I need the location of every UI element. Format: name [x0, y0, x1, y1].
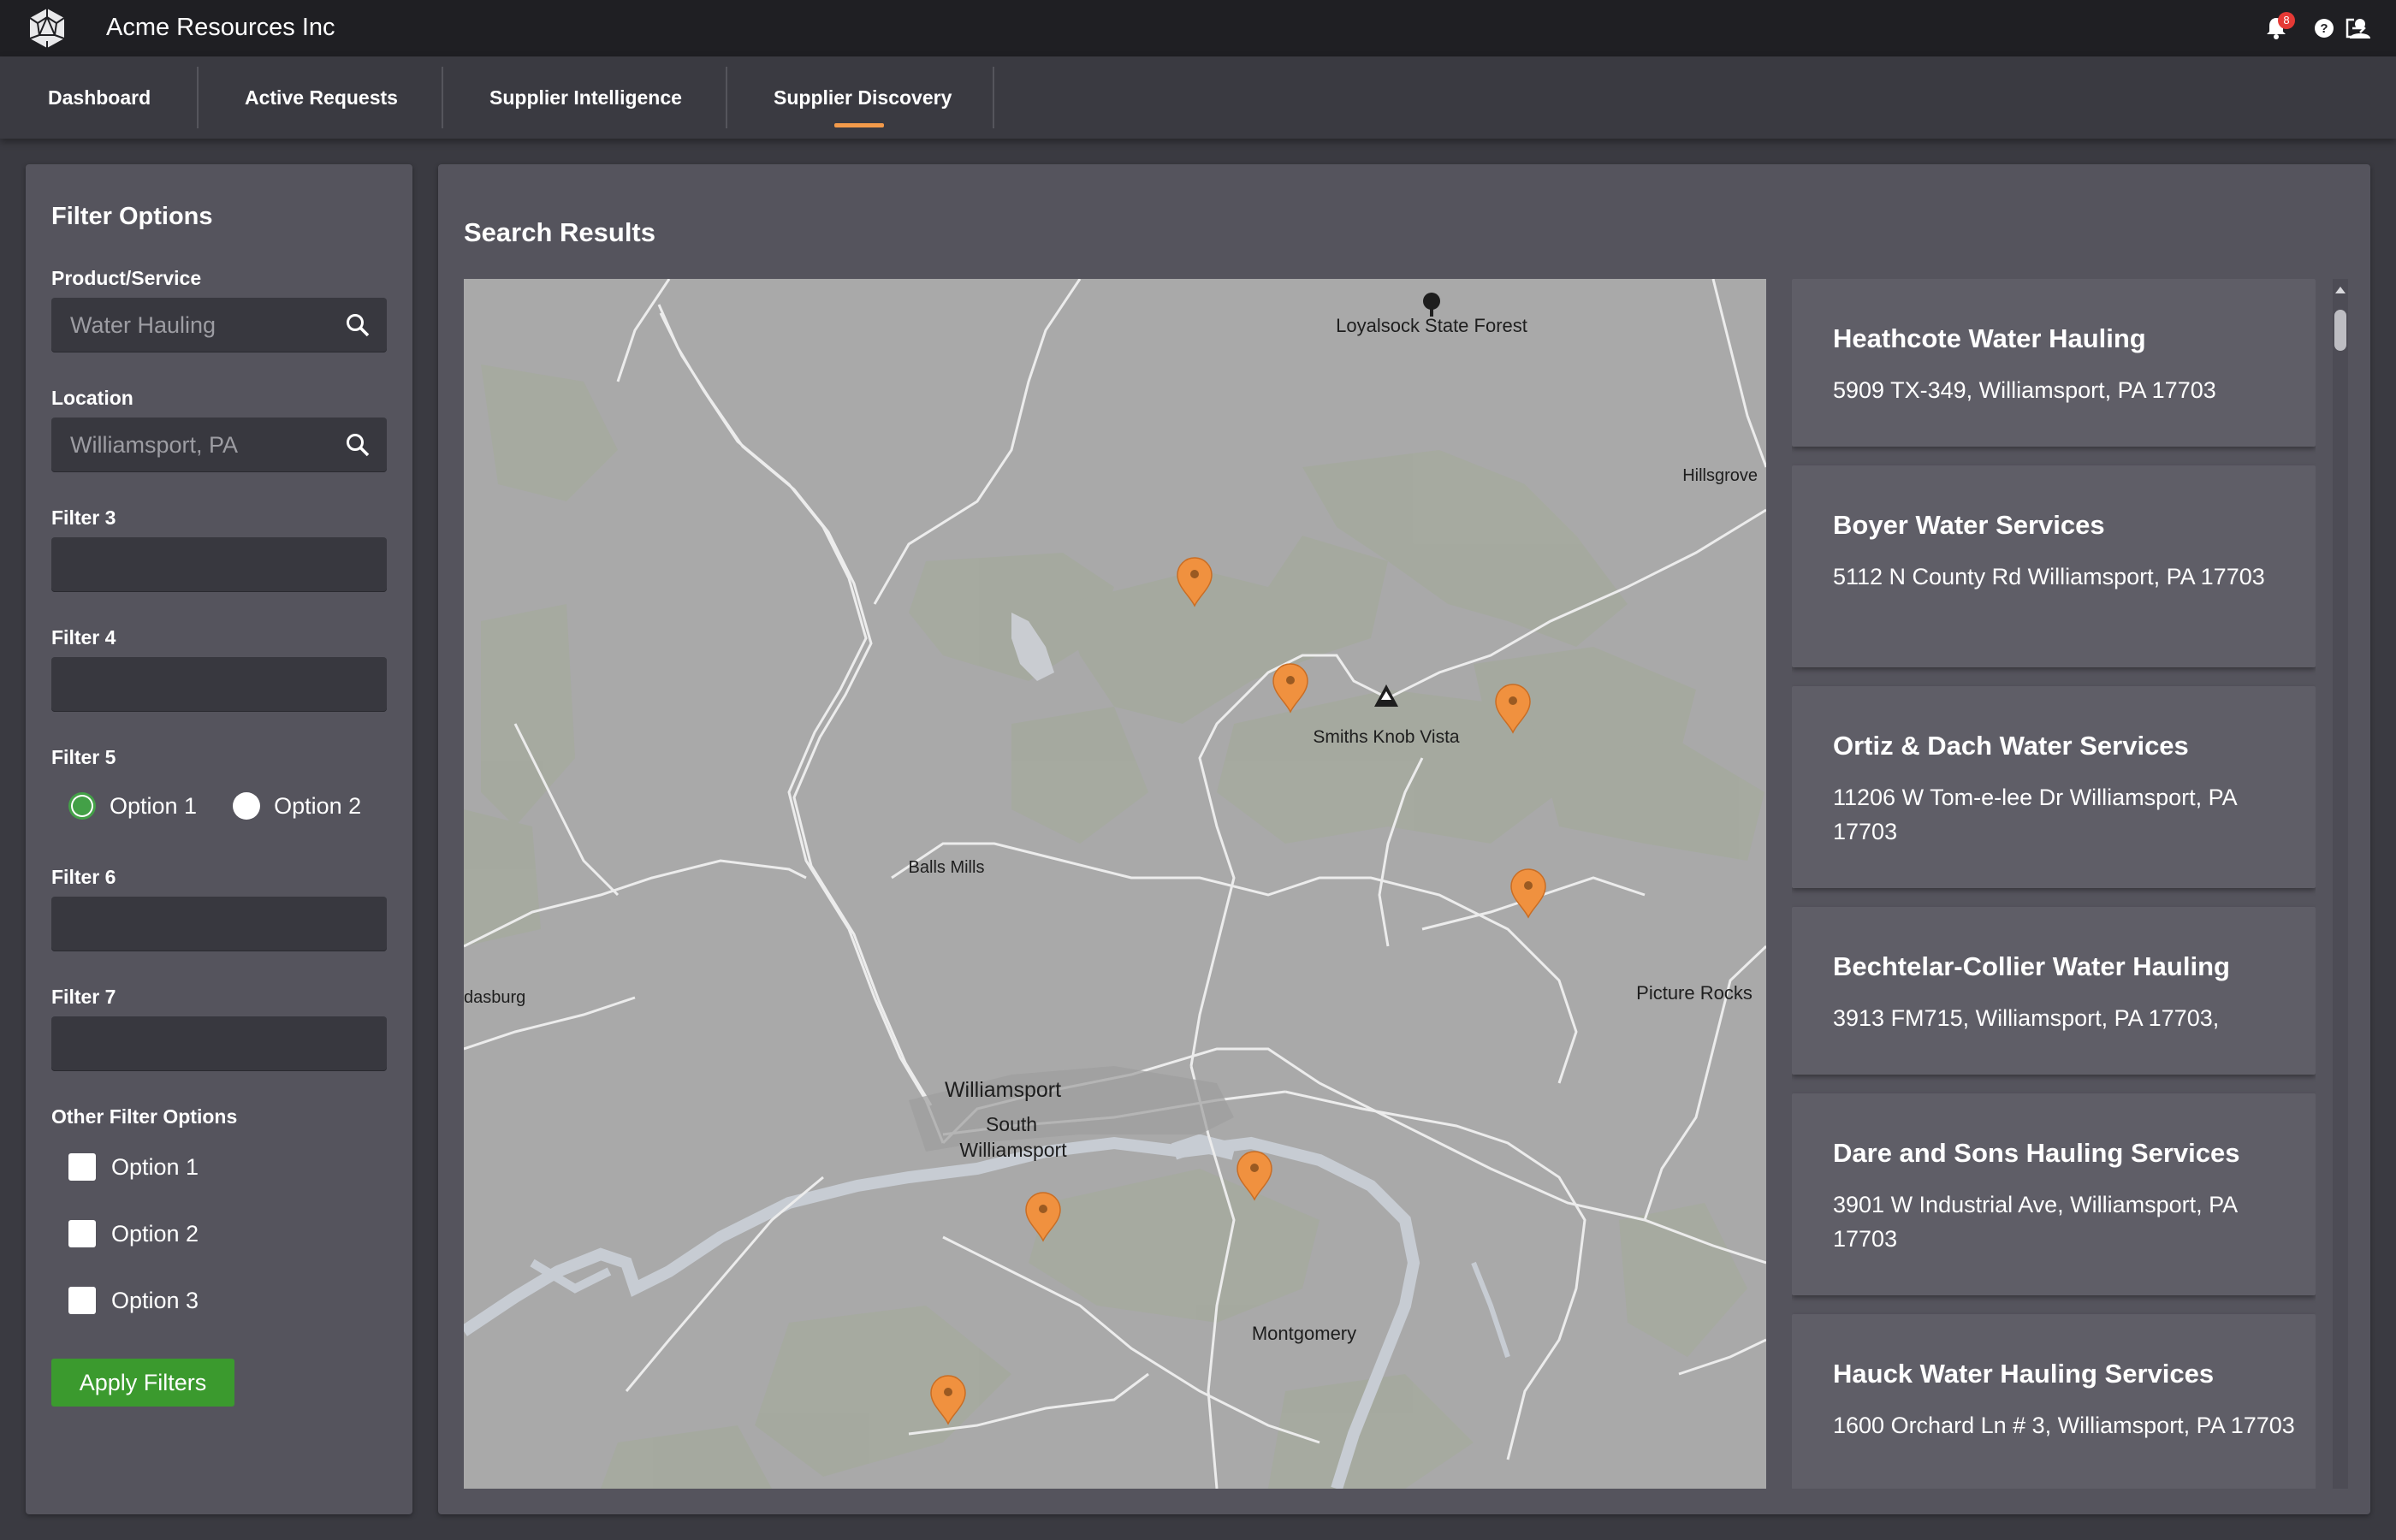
app-logo-icon[interactable]	[26, 7, 68, 50]
results-title: Search Results	[464, 217, 655, 247]
result-card[interactable]: Bechtelar-Collier Water Hauling 3913 FM7…	[1792, 907, 2316, 1075]
results-map[interactable]: Loyalsock State Forest Hillsgrove Smiths…	[464, 279, 1766, 1489]
label-dasburg: dasburg	[464, 988, 525, 1007]
logout-button[interactable]	[2346, 15, 2396, 42]
results-panel: Search Results Loyalsock State Forest Hi…	[438, 164, 2370, 1514]
top-app-bar: Acme Resources Inc 8 ?	[0, 0, 2396, 56]
tab-divider	[993, 67, 994, 128]
result-card[interactable]: Ortiz & Dach Water Services 11206 W Tom-…	[1792, 686, 2316, 888]
filter-3-input[interactable]	[51, 537, 387, 592]
filter-6-label: Filter 6	[51, 866, 116, 888]
result-name: Dare and Sons Hauling Services	[1833, 1138, 2240, 1168]
filter-6-input[interactable]	[51, 897, 387, 951]
label-hillsgrove: Hillsgrove	[1682, 466, 1758, 485]
filter-4-label: Filter 4	[51, 626, 116, 649]
search-icon[interactable]	[344, 311, 371, 339]
app-title: Acme Resources Inc	[106, 14, 335, 41]
label-smiths-knob: Smiths Knob Vista	[1313, 727, 1460, 747]
other-option-1: Option 1	[68, 1150, 199, 1184]
other-option-2-checkbox[interactable]	[68, 1220, 96, 1247]
main-nav-tabs: Dashboard Active Requests Supplier Intel…	[0, 56, 2396, 139]
radio-label: Option 2	[274, 792, 362, 819]
filter-3-label: Filter 3	[51, 506, 116, 529]
result-name: Ortiz & Dach Water Services	[1833, 731, 2189, 761]
apply-filters-button[interactable]: Apply Filters	[51, 1359, 234, 1407]
results-scrollbar[interactable]	[2333, 279, 2348, 1489]
radio-label: Option 1	[110, 792, 198, 819]
location-label: Location	[51, 387, 133, 409]
result-address: 11206 W Tom-e-lee Dr Williamsport, PA 17…	[1833, 785, 2237, 844]
label-balls-mills: Balls Mills	[909, 858, 985, 877]
svg-text:?: ?	[2320, 21, 2328, 36]
result-address: 3901 W Industrial Ave, Williamsport, PA …	[1833, 1192, 2237, 1252]
filter-5-radio-group: Option 1 Option 2	[68, 789, 361, 823]
result-name: Bechtelar-Collier Water Hauling	[1833, 951, 2230, 981]
map-canvas: Loyalsock State Forest Hillsgrove Smiths…	[464, 279, 1766, 1489]
tab-dashboard[interactable]: Dashboard	[48, 67, 151, 128]
filter-5-label: Filter 5	[51, 746, 116, 768]
notification-badge: 8	[2278, 12, 2295, 29]
tab-supplier-discovery[interactable]: Supplier Discovery	[774, 67, 952, 128]
filter-7-input[interactable]	[51, 1016, 387, 1071]
other-option-3-checkbox[interactable]	[68, 1287, 96, 1314]
product-label: Product/Service	[51, 267, 202, 289]
tab-divider	[197, 67, 199, 128]
location-field	[51, 418, 387, 472]
result-name: Heathcote Water Hauling	[1833, 323, 2146, 353]
checkbox-label: Option 2	[111, 1220, 199, 1247]
tab-divider	[442, 67, 443, 128]
notifications-button[interactable]: 8	[2263, 12, 2295, 42]
checkbox-label: Option 1	[111, 1153, 199, 1180]
logout-icon	[2346, 18, 2366, 38]
filter-7-label: Filter 7	[51, 986, 116, 1008]
tab-supplier-intelligence[interactable]: Supplier Intelligence	[489, 67, 682, 128]
label-loyalsock: Loyalsock State Forest	[1336, 315, 1527, 336]
other-option-2: Option 2	[68, 1217, 199, 1251]
product-input[interactable]	[70, 298, 327, 352]
help-icon: ?	[2315, 19, 2334, 38]
result-address: 5909 TX-349, Williamsport, PA 17703	[1833, 377, 2216, 403]
tab-active-requests[interactable]: Active Requests	[245, 67, 398, 128]
filter-4-input[interactable]	[51, 657, 387, 712]
scroll-thumb[interactable]	[2334, 310, 2346, 351]
location-input[interactable]	[70, 418, 327, 472]
label-montgomery: Montgomery	[1252, 1323, 1356, 1344]
result-card[interactable]: Heathcote Water Hauling 5909 TX-349, Wil…	[1792, 279, 2316, 447]
filter-panel-title: Filter Options	[51, 203, 213, 230]
search-icon[interactable]	[344, 431, 371, 459]
other-filters-label: Other Filter Options	[51, 1105, 238, 1128]
other-option-3: Option 3	[68, 1283, 199, 1318]
result-card[interactable]: Hauck Water Hauling Services 1600 Orchar…	[1792, 1314, 2316, 1489]
result-address: 5112 N County Rd Williamsport, PA 17703	[1833, 564, 2265, 589]
scroll-up-icon[interactable]	[2333, 284, 2348, 296]
result-name: Hauck Water Hauling Services	[1833, 1359, 2215, 1389]
results-list: Heathcote Water Hauling 5909 TX-349, Wil…	[1792, 279, 2316, 1489]
result-address: 1600 Orchard Ln # 3, Williamsport, PA 17…	[1833, 1413, 2295, 1438]
other-option-1-checkbox[interactable]	[68, 1153, 96, 1181]
active-tab-indicator	[834, 123, 884, 127]
result-address: 3913 FM715, Williamsport, PA 17703,	[1833, 1005, 2220, 1031]
result-card[interactable]: Dare and Sons Hauling Services 3901 W In…	[1792, 1093, 2316, 1295]
label-picture-rocks: Picture Rocks	[1636, 982, 1753, 1004]
label-williamsport: Williamsport	[945, 1078, 1061, 1102]
result-card[interactable]: Boyer Water Services 5112 N County Rd Wi…	[1792, 465, 2316, 667]
filter-5-option-1-radio[interactable]	[68, 792, 96, 820]
label-south: South	[986, 1113, 1037, 1135]
result-name: Boyer Water Services	[1833, 510, 2105, 540]
filter-panel: Filter Options Product/Service Location …	[26, 164, 412, 1514]
product-field	[51, 298, 387, 352]
help-button[interactable]: ?	[2310, 15, 2338, 42]
tab-divider	[726, 67, 727, 128]
checkbox-label: Option 3	[111, 1287, 199, 1313]
label-south-williamsport: Williamsport	[959, 1139, 1067, 1161]
filter-5-option-2-radio[interactable]	[233, 792, 261, 820]
